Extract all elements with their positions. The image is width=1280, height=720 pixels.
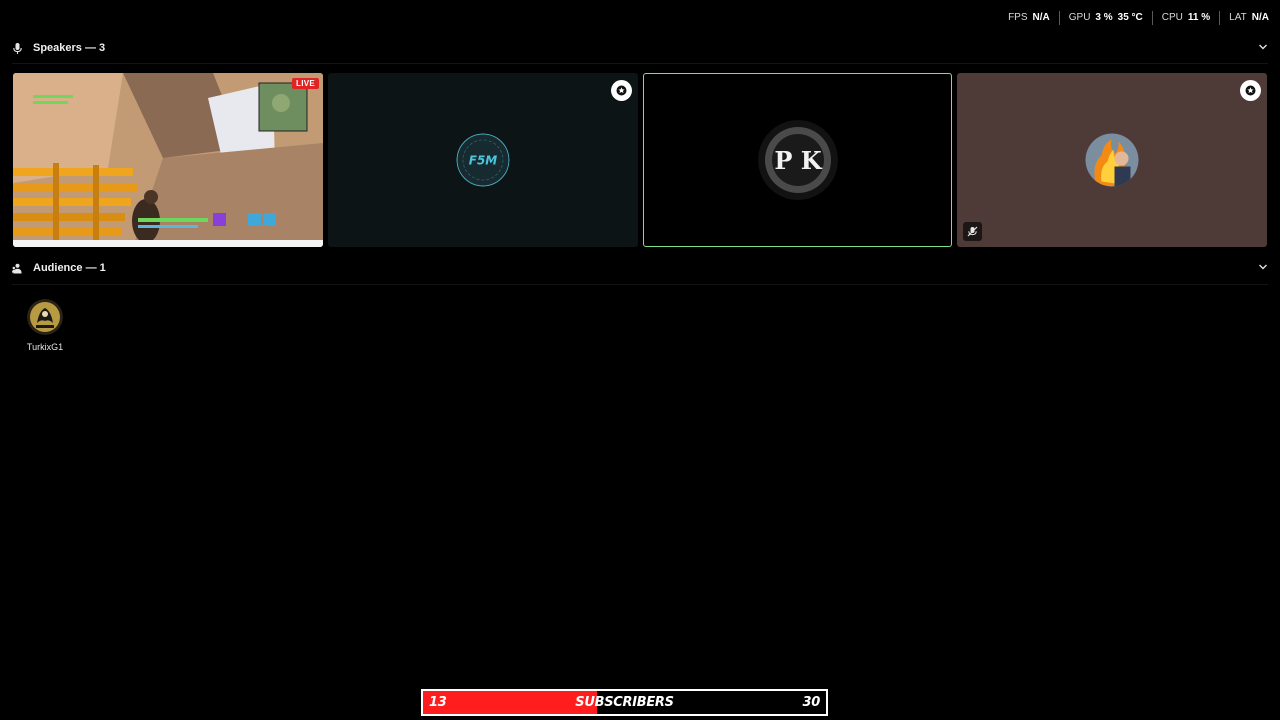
avatar-text: P K <box>774 146 822 175</box>
fps-label: FPS <box>1008 12 1028 23</box>
performance-overlay: FPS N/A GPU 3 % 35 °C CPU 11 % LAT N/A <box>999 11 1269 25</box>
latency-label: LAT <box>1229 12 1247 23</box>
avatar <box>27 299 63 335</box>
cpu-label: CPU <box>1161 12 1183 23</box>
latency-stat: LAT N/A <box>1220 11 1269 25</box>
audience-title: Audience — 1 <box>33 262 106 274</box>
speaker-grid: LIVE F5M P K <box>13 73 1267 247</box>
microphone-icon <box>12 42 23 54</box>
gpu-temp: 35 °C <box>1117 12 1143 23</box>
subscriber-target-count: 30 <box>802 695 821 710</box>
audience-icon <box>12 263 23 274</box>
audience-member[interactable]: TurkixG1 <box>24 299 66 352</box>
avatar: F5M <box>456 133 510 187</box>
mic-muted-icon <box>963 222 982 241</box>
avatar-text: F5M <box>469 154 498 168</box>
audience-member-name: TurkixG1 <box>26 342 64 352</box>
chevron-down-icon[interactable] <box>1258 262 1268 272</box>
cpu-stat: CPU 11 % <box>1153 11 1221 25</box>
speaker-tile-fire[interactable] <box>957 73 1267 247</box>
audience-divider <box>12 284 1268 285</box>
speaker-tile-screen-share[interactable]: LIVE <box>13 73 323 247</box>
game-stream-preview <box>13 73 323 247</box>
avatar <box>1085 133 1139 187</box>
gpu-value: 3 % <box>1095 12 1113 23</box>
speakers-header[interactable]: Speakers — 3 <box>12 37 1268 59</box>
gpu-stat: GPU 3 % 35 °C <box>1060 11 1153 25</box>
speakers-title: Speakers — 3 <box>33 42 106 54</box>
moderator-icon <box>1240 80 1261 101</box>
moderator-icon <box>611 80 632 101</box>
cpu-value: 11 % <box>1187 12 1211 23</box>
avatar: P K <box>757 120 838 200</box>
subscriber-goal-bar: 13 SUBSCRIBERS 30 <box>421 689 828 716</box>
speakers-divider <box>12 63 1268 64</box>
gpu-label: GPU <box>1068 12 1091 23</box>
speaker-tile-f5m[interactable]: F5M <box>328 73 638 247</box>
audience-header[interactable]: Audience — 1 <box>12 257 1268 279</box>
chevron-down-icon[interactable] <box>1258 42 1268 52</box>
fps-value: N/A <box>1032 12 1050 23</box>
subscriber-label: SUBSCRIBERS <box>575 695 674 710</box>
latency-value: N/A <box>1251 12 1269 23</box>
live-badge: LIVE <box>292 78 319 89</box>
speaker-tile-pk[interactable]: P K <box>643 73 952 247</box>
fps-stat: FPS N/A <box>999 11 1060 25</box>
